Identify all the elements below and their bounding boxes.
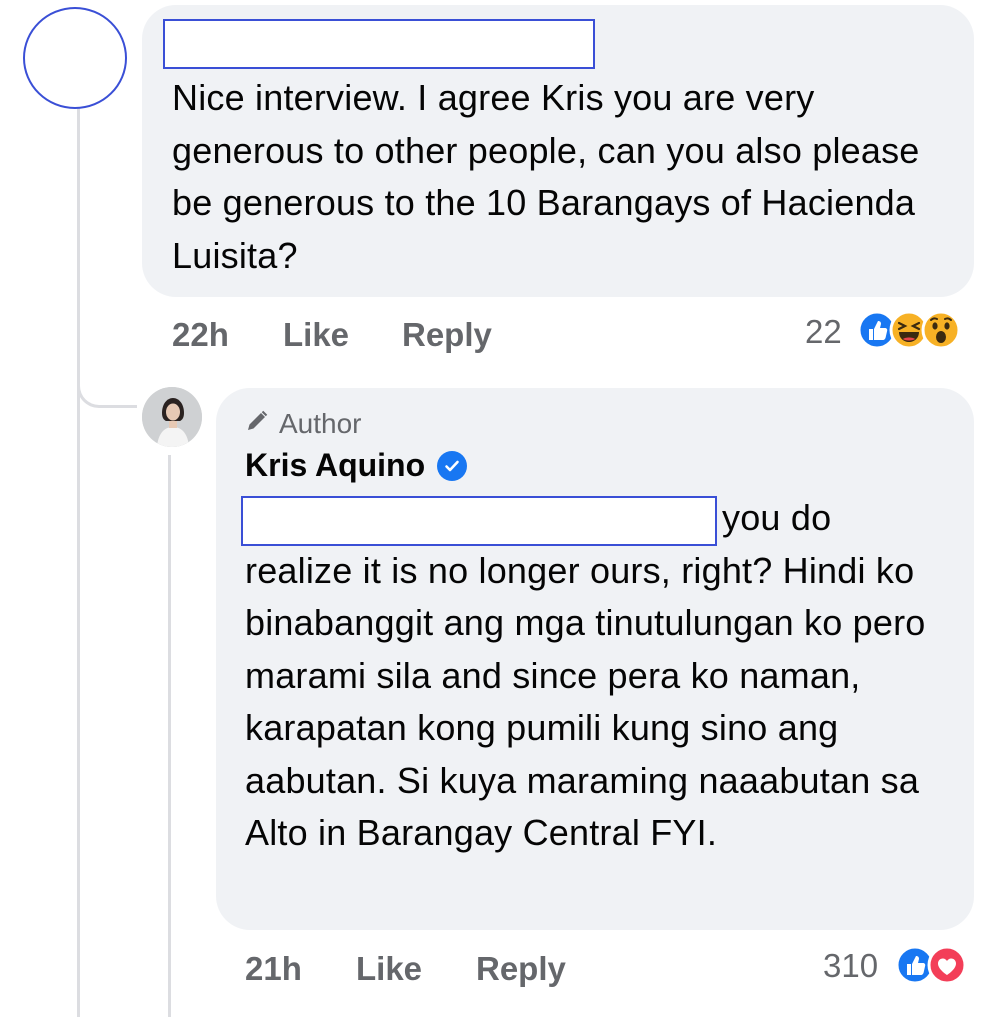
thread-line xyxy=(77,108,80,1017)
pencil-icon xyxy=(245,408,269,440)
comment-reaction-count[interactable]: 22 xyxy=(805,313,842,351)
commenter-avatar-redacted[interactable] xyxy=(23,7,127,109)
reply-reaction-count[interactable]: 310 xyxy=(823,947,878,985)
love-reaction-icon xyxy=(927,945,967,985)
wow-reaction-icon xyxy=(921,310,961,350)
reply-thread-line xyxy=(168,455,171,1017)
reply-author-name[interactable]: Kris Aquino xyxy=(245,447,425,484)
reply-text-lead: you do xyxy=(722,497,832,538)
comment-timestamp[interactable]: 22h xyxy=(172,316,229,354)
comment-text: Nice interview. I agree Kris you are ver… xyxy=(172,77,920,276)
reply-author: Kris Aquino xyxy=(245,447,468,484)
reply-text: you do realize it is no longer ours, righ… xyxy=(245,492,960,860)
reply-reply-button[interactable]: Reply xyxy=(476,950,566,988)
author-badge-label: Author xyxy=(279,408,362,439)
commenter-name-redacted xyxy=(163,19,595,69)
comment-reply-button[interactable]: Reply xyxy=(402,316,492,354)
reply-like-button[interactable]: Like xyxy=(356,950,422,988)
comment-like-button[interactable]: Like xyxy=(283,316,349,354)
reply-text-body: realize it is no longer ours, right? Hin… xyxy=(245,549,926,854)
author-badge: Author xyxy=(245,408,362,440)
reply-reactions[interactable] xyxy=(895,945,967,985)
reply-connector-line xyxy=(77,340,137,408)
comment-reactions[interactable] xyxy=(857,310,961,350)
kris-aquino-avatar[interactable] xyxy=(142,387,202,447)
reply-timestamp[interactable]: 21h xyxy=(245,950,302,988)
verified-badge-icon xyxy=(437,450,468,481)
